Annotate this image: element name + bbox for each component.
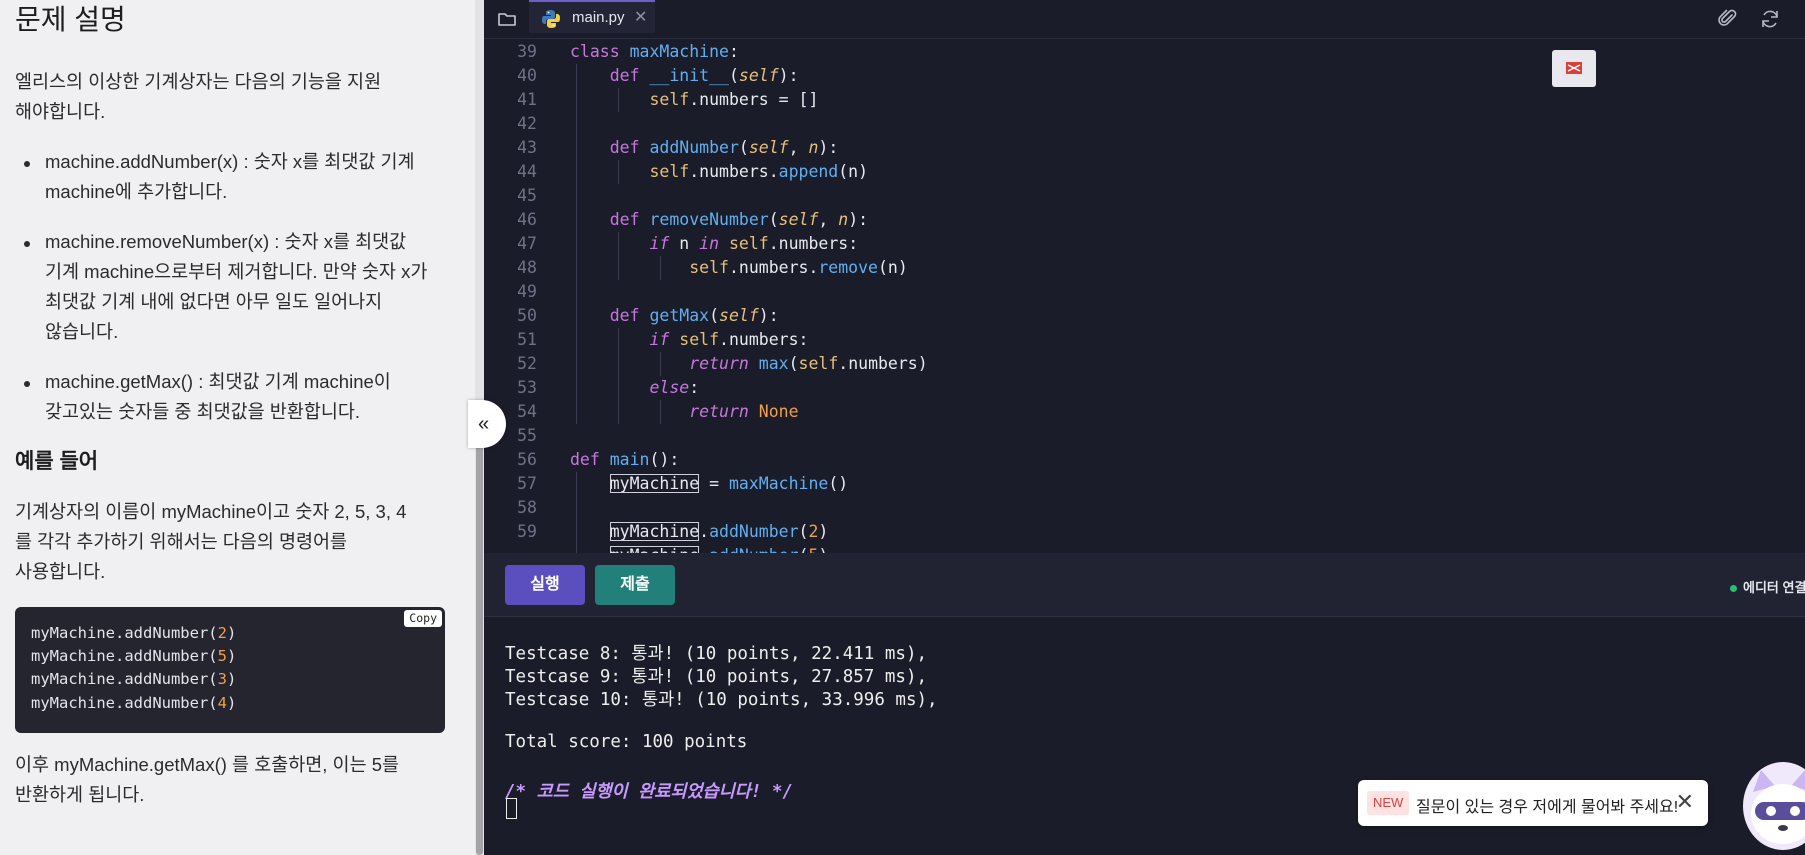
list-item: machine.addNumber(x) : 숫자 x를 최댓값 기계 mach…	[15, 147, 445, 207]
problem-panel: 문제 설명 엘리스의 이상한 기계상자는 다음의 기능을 지원 해야합니다. m…	[0, 0, 475, 855]
output-line: Testcase 10: 통과! (10 points, 33.996 ms),	[505, 690, 938, 710]
code-line: 57 myMachine = maxMachine()	[484, 472, 1784, 496]
close-icon[interactable]: ✕	[1676, 789, 1694, 815]
example-description: 기계상자의 이름이 myMachine이고 숫자 2, 5, 3, 4 를 각각…	[15, 501, 407, 582]
code-line: 44 self.numbers.append(n)	[484, 160, 1784, 184]
code-line: 46 def removeNumber(self, n):	[484, 208, 1784, 232]
code-line: 43 def addNumber(self, n):	[484, 136, 1784, 160]
code-line: myMachine.addNumber(2)	[31, 624, 237, 642]
code-line: 55	[517, 426, 537, 445]
code-line: 42	[484, 112, 1784, 136]
code-line: 47 if n in self.numbers:	[484, 232, 1784, 256]
paperclip-icon[interactable]	[1715, 6, 1741, 32]
chat-prompt-text: 질문이 있는 경우 저에게 물어봐 주세요!	[1416, 799, 1679, 816]
output-line: Total score: 100 points	[505, 732, 748, 752]
example-heading: 예를 들어	[15, 450, 99, 473]
list-item: machine.getMax() : 최댓값 기계 machine이 갖고있는 …	[15, 367, 445, 427]
code-editor[interactable]: 39 class maxMachine: 40 def __init__(self…	[484, 40, 1805, 553]
code-line: 48 self.numbers.remove(n)	[484, 256, 1784, 280]
problem-intro: 엘리스의 이상한 기계상자는 다음의 기능을 지원 해야합니다.	[15, 71, 382, 122]
status-dot	[1730, 585, 1737, 593]
code-line: 45	[484, 184, 1784, 208]
code-line: myMachine.addNumber(3)	[31, 670, 237, 689]
code-line: 41 self.numbers = []	[484, 88, 1784, 112]
code-line: 51 if self.numbers:	[484, 328, 1784, 352]
function-list: machine.addNumber(x) : 숫자 x를 최댓값 기계 mach…	[15, 147, 445, 427]
completion-message: /* 코드 실행이 완료되었습니다! */	[505, 782, 794, 802]
refresh-icon[interactable]	[1757, 6, 1783, 32]
code-line: 53 else:	[484, 376, 1784, 400]
python-icon	[541, 9, 561, 34]
copy-button[interactable]: Copy	[404, 610, 442, 627]
editor-mini-button[interactable]	[1552, 50, 1596, 87]
scrollbar-thumb[interactable]	[476, 425, 483, 855]
tab-label: main.py	[572, 9, 625, 26]
tab-main-py[interactable]: main.py ✕	[529, 0, 655, 33]
code-line: myMachine.addNumber(5)	[484, 544, 1784, 553]
code-line: 54 return None	[484, 400, 1784, 424]
chat-prompt[interactable]: NEW 질문이 있는 경우 저에게 물어봐 주세요! ✕	[1358, 780, 1708, 826]
code-line: 52 return max(self.numbers)	[484, 352, 1784, 376]
connection-status: 에디터 연결	[1730, 577, 1805, 596]
new-badge: NEW	[1367, 791, 1410, 815]
code-line: myMachine.addNumber(5)	[31, 647, 237, 666]
example-code-block: Copy myMachine.addNumber(2) myMachine.ad…	[15, 607, 445, 733]
run-button[interactable]: 실행	[505, 565, 585, 605]
code-line: 59 myMachine.addNumber(2)	[484, 520, 1784, 544]
run-toolbar: 실행 제출 에디터 연결	[484, 553, 1805, 617]
problem-title: 문제 설명	[15, 4, 126, 35]
close-icon[interactable]: ✕	[634, 7, 647, 27]
output-line: Testcase 8: 통과! (10 points, 22.411 ms),	[505, 644, 928, 664]
code-line: myMachine.addNumber(4)	[31, 693, 237, 712]
code-line: 50 def getMax(self):	[484, 304, 1784, 328]
submit-button[interactable]: 제출	[595, 565, 675, 605]
code-line: 49	[484, 280, 1784, 304]
list-item: machine.removeNumber(x) : 숫자 x를 최댓값 기계 m…	[15, 227, 445, 347]
example-result: 이후 myMachine.getMax() 를 호출하면, 이는 5를 반환하게…	[15, 754, 400, 805]
code-line: 58	[484, 496, 1784, 520]
folder-icon[interactable]	[494, 6, 520, 32]
terminal-cursor	[506, 798, 517, 819]
editor-tab-bar: main.py ✕	[484, 0, 1805, 39]
output-line: Testcase 9: 통과! (10 points, 27.857 ms),	[505, 667, 928, 687]
code-line: 56 def main():	[517, 450, 680, 469]
